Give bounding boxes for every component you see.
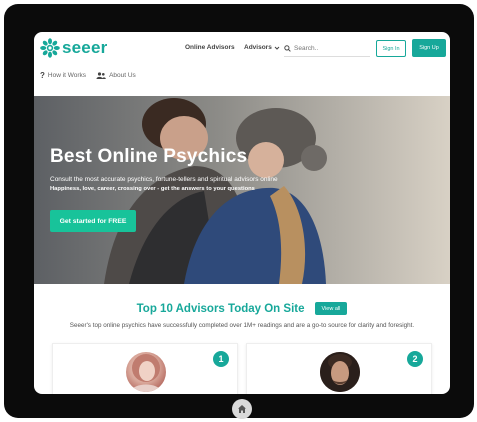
view-all-button[interactable]: View all bbox=[314, 302, 348, 315]
tablet-frame: seeer Online Advisors Advisors Sign In S… bbox=[4, 4, 474, 419]
advisors-section-title: Top 10 Advisors Today On Site bbox=[136, 302, 305, 315]
logo[interactable]: seeer bbox=[40, 38, 107, 58]
avatar bbox=[126, 352, 166, 392]
question-icon: ? bbox=[40, 71, 45, 80]
search-box[interactable] bbox=[284, 41, 370, 57]
hero-text: Best Online Psychics Consult the most ac… bbox=[50, 146, 278, 192]
hero-subtitle: Consult the most accurate psychics, fort… bbox=[50, 176, 278, 183]
advisor-card[interactable]: 2 bbox=[246, 343, 432, 394]
search-icon bbox=[284, 45, 291, 52]
how-it-works-label: How it Works bbox=[47, 72, 87, 79]
advisors-heading-row: Top 10 Advisors Today On Site View all bbox=[34, 302, 450, 315]
advisor-card[interactable]: 1 bbox=[52, 343, 238, 394]
nav-online-advisors[interactable]: Online Advisors bbox=[185, 44, 235, 51]
get-started-button[interactable]: Get started for FREE bbox=[50, 210, 136, 232]
users-icon bbox=[96, 72, 106, 79]
nav-advisors-label: Advisors bbox=[244, 44, 272, 51]
logo-text: seeer bbox=[62, 38, 108, 57]
about-us-label: About Us bbox=[109, 72, 136, 79]
sign-up-button[interactable]: Sign Up bbox=[412, 39, 446, 57]
rank-badge: 2 bbox=[407, 351, 423, 367]
hero-tagline: Happiness, love, career, crossing over -… bbox=[50, 186, 255, 192]
avatar bbox=[320, 352, 360, 392]
how-it-works-link[interactable]: ? How it Works bbox=[40, 71, 86, 80]
sign-in-button[interactable]: Sign In bbox=[376, 40, 406, 57]
home-icon bbox=[238, 405, 246, 413]
advisors-section-description: Seeer's top online psychics have success… bbox=[69, 322, 415, 329]
woman-portrait-icon bbox=[130, 354, 162, 392]
rank-badge: 1 bbox=[213, 351, 229, 367]
hero-banner: Best Online Psychics Consult the most ac… bbox=[34, 96, 450, 284]
screen: seeer Online Advisors Advisors Sign In S… bbox=[34, 32, 450, 394]
lotus-icon bbox=[40, 38, 60, 58]
search-input[interactable] bbox=[294, 45, 364, 52]
hero-title: Best Online Psychics bbox=[50, 146, 248, 167]
about-us-link[interactable]: About Us bbox=[96, 72, 136, 79]
nav-advisors-dropdown[interactable]: Advisors bbox=[244, 44, 280, 51]
home-button[interactable] bbox=[232, 399, 252, 419]
man-portrait-icon bbox=[320, 352, 360, 392]
sub-navbar: ? How it Works About Us bbox=[40, 71, 146, 80]
chevron-down-icon bbox=[274, 46, 280, 50]
top-navbar: seeer Online Advisors Advisors Sign In S… bbox=[34, 32, 450, 66]
